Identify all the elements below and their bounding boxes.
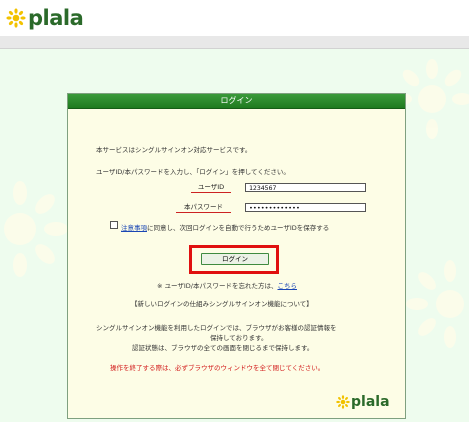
plala-logo[interactable]: plala <box>6 6 84 30</box>
userid-label: ユーザID <box>191 182 231 193</box>
panel-logo: plala <box>336 394 390 410</box>
sso-line-2: 保持しております。 <box>210 334 268 342</box>
notice-link[interactable]: 注意事項 <box>121 224 147 232</box>
decorative-sun-icon <box>406 260 464 348</box>
sso-line-3: 認証状態は、ブラウザの全ての画面を閉じるまで保持します。 <box>132 344 314 352</box>
sso-line-1: シングルサインオン機能を利用したログインでは、ブラウザがお客様の認証情報を <box>96 324 337 332</box>
sun-flower-icon <box>336 395 350 409</box>
forgot-text: ※ ユーザID/本パスワードを忘れた方は、 <box>157 282 278 290</box>
sun-flower-icon <box>6 8 26 28</box>
panel-logo-text: plala <box>351 394 390 410</box>
forgot-row: ※ ユーザID/本パスワードを忘れた方は、こちら <box>157 280 297 290</box>
sso-heading: 【新しいログインの仕組みシングルサインオン機能について】 <box>131 300 313 308</box>
login-panel: ログイン 本サービスはシングルサインオン対応サービスです。 ユーザID/本パスワ… <box>67 93 406 419</box>
header: plala <box>0 0 469 36</box>
forgot-link[interactable]: こちら <box>278 282 298 290</box>
header-divider <box>0 36 469 49</box>
save-userid-checkbox[interactable] <box>110 221 118 229</box>
password-label: 本パスワード <box>176 202 231 213</box>
logo-text: plala <box>28 6 84 30</box>
login-button[interactable]: ログイン <box>201 253 269 265</box>
userid-field[interactable]: 1234567 <box>245 183 366 192</box>
panel-title: ログイン <box>68 94 405 109</box>
warning-text: 操作を終了する際は、必ずブラウザのウィンドウを全て閉じてください。 <box>110 364 325 372</box>
decorative-sun-icon <box>4 181 68 277</box>
consent-text: に同意し、次回ログインを自動で行うためユーザIDを保存する <box>147 224 330 232</box>
instruction-text: ユーザID/本パスワードを入力し、「ログイン」を押してください。 <box>96 168 290 176</box>
intro-text: 本サービスはシングルサインオン対応サービスです。 <box>96 146 252 154</box>
password-field[interactable]: ••••••••••••• <box>245 203 366 212</box>
consent-row: 注意事項に同意し、次回ログインを自動で行うためユーザIDを保存する <box>121 222 329 232</box>
